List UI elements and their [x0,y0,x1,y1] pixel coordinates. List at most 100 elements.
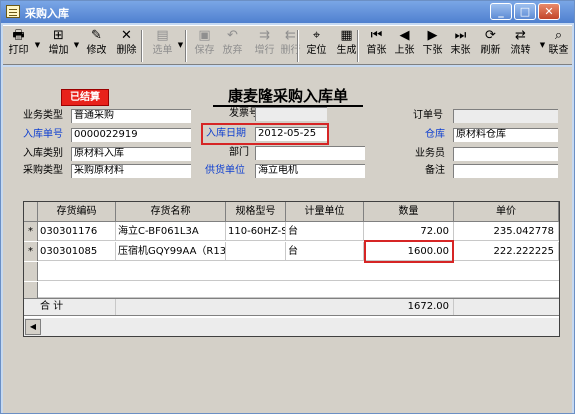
toolbar-button-label: 修改 [86,45,107,56]
receipt-date-highlight [201,123,329,145]
toolbar-button-discard[interactable]: ↶ 放弃 [219,28,246,64]
toolbar-button-add-row[interactable]: ⇉ 增行 [251,28,278,64]
table-row[interactable]: * 030301085 压宿机GQY99AA（R134 台 1600.00 22… [24,242,559,261]
purchase-type-field[interactable]: 采购原材料 [71,164,191,178]
toolbar-button-edit[interactable]: ✎ 修改 [83,28,110,64]
add-row-icon: ⇉ [259,28,270,43]
toolbar-button-label: 选单 [152,45,173,56]
toolbar-button-label: 增加 [48,45,69,56]
window-title: 采购入库 [25,7,69,20]
toolbar-button-label: 末张 [450,45,471,56]
last-icon: ⏭ [454,28,467,43]
toolbar-button-flow[interactable]: ⇄ 流转 [507,28,534,64]
toolbar-button-label: 删行 [280,45,301,56]
toolbar-button-save[interactable]: ▣ 保存 [191,28,218,64]
select-doc-icon: ▤ [156,28,169,43]
row-marker: * [24,222,38,241]
toolbar-button-delete[interactable]: ✕ 删除 [113,28,140,64]
toolbar-button-query[interactable]: ⌕ 联查 [545,28,572,64]
maximize-button[interactable]: □ [514,3,536,20]
spec-cell[interactable] [226,242,286,261]
quantity-cell[interactable]: 72.00 [364,222,454,241]
next-icon: ▶ [427,28,438,43]
order-no-field[interactable] [453,109,558,123]
unit-price-cell[interactable]: 222.222225 [454,242,559,261]
spec-cell[interactable]: 110-60HZ-S [226,222,286,241]
toolbar-button-label: 上张 [394,45,415,56]
item-code-cell[interactable]: 030301176 [38,222,116,241]
row-marker [24,282,38,298]
toolbar-button-next[interactable]: ▶ 下张 [419,28,446,64]
item-name-cell[interactable]: 压宿机GQY99AA（R134 [116,242,226,261]
receipt-category-label: 入库类别 [23,148,63,159]
detail-grid: 存货编码 存货名称 规格型号 计量单位 数量 单价 * 030301176 海立… [23,201,560,337]
toolbar-button-label: 刷新 [480,45,501,56]
column-header[interactable]: 单价 [454,202,559,222]
unit-price-cell[interactable]: 235.042778 [454,222,559,241]
toolbar-button-last[interactable]: ⏭ 末张 [447,28,474,64]
toolbar-button-add[interactable]: ⊞ 增加 [45,28,72,64]
refresh-icon: ⟳ [485,28,496,43]
purchase-type-label: 采购类型 [23,165,63,176]
column-header[interactable]: 计量单位 [286,202,364,222]
toolbar-button-printer[interactable]: 🖶 打印 [5,28,32,64]
document-title: 康麦隆采购入库单 [213,87,363,107]
dropdown-arrow-icon[interactable]: ▼ [177,40,184,50]
table-row[interactable]: * 030301176 海立C-BF061L3A 110-60HZ-S 台 72… [24,222,559,241]
quantity-highlight [364,240,454,263]
column-header[interactable]: 数量 [364,202,454,222]
business-type-field[interactable]: 普通采购 [71,109,191,123]
toolbar-button-locate[interactable]: ⌖ 定位 [303,28,330,64]
toolbar-button-first[interactable]: ⏮ 首张 [363,28,390,64]
toolbar-button-label: 保存 [194,45,215,56]
department-label: 部门 [229,147,249,158]
dropdown-arrow-icon[interactable]: ▼ [539,40,546,50]
warehouse-field[interactable]: 原材料仓库 [453,128,558,142]
remark-field[interactable] [453,164,558,178]
toolbar-button-delete-row[interactable]: ⇇ 删行 [277,28,304,64]
supplier-field[interactable]: 海立电机 [255,164,365,178]
empty-row[interactable] [24,262,559,281]
toolbar-button-prev[interactable]: ◀ 上张 [391,28,418,64]
unit-cell[interactable]: 台 [286,222,364,241]
total-quantity: 1672.00 [364,299,454,315]
item-code-cell[interactable]: 030301085 [38,242,116,261]
column-header[interactable]: 存货名称 [116,202,226,222]
prev-icon: ◀ [399,28,410,43]
toolbar-button-label: 定位 [306,45,327,56]
column-header[interactable]: 规格型号 [226,202,286,222]
save-icon: ▣ [198,28,211,43]
toolbar-button-generate[interactable]: ▦ 生成 [333,28,360,64]
salesman-field[interactable] [453,147,558,161]
receipt-no-field[interactable]: 0000022919 [71,128,191,142]
toolbar-separator [185,30,187,62]
toolbar-button-label: 放弃 [222,45,243,56]
toolbar: 🖶 打印 ⊞ 增加 ✎ 修改 ✕ 删除 ▤ 选单 ▣ 保存 ↶ 放弃 ⇉ 增行 ⇇ 删行 ⌖ 定位 ▦ 生成 ⏮ 首张 ◀ 上张 ▶… [3,25,572,65]
salesman-label: 业务员 [415,148,445,159]
delete-row-icon: ⇇ [285,28,296,43]
business-type-label: 业务类型 [23,110,63,121]
toolbar-button-label: 生成 [336,45,357,56]
item-name-cell[interactable]: 海立C-BF061L3A [116,222,226,241]
toolbar-button-label: 打印 [8,45,29,56]
horizontal-scrollbar[interactable]: ◀ [24,318,559,336]
first-icon: ⏮ [370,28,383,43]
invoice-no-field[interactable] [255,107,327,121]
toolbar-button-refresh[interactable]: ⟳ 刷新 [477,28,504,64]
edit-icon: ✎ [91,28,102,43]
department-field[interactable] [255,146,365,160]
dropdown-arrow-icon[interactable]: ▼ [73,40,80,50]
dropdown-arrow-icon[interactable]: ▼ [34,40,41,50]
scroll-left-icon[interactable]: ◀ [25,319,41,335]
title-bar[interactable]: 采购入库 _ □ ✕ [1,1,574,23]
purchase-receipt-window: 采购入库 _ □ ✕ 🖶 打印 ⊞ 增加 ✎ 修改 ✕ 删除 ▤ 选单 ▣ 保存 ↶ 放弃 ⇉ 增行 ⇇ 删行 ⌖ 定… [0,0,575,414]
column-header[interactable]: 存货编码 [38,202,116,222]
toolbar-button-select-doc[interactable]: ▤ 选单 [149,28,176,64]
unit-cell[interactable]: 台 [286,242,364,261]
row-marker-header [24,202,38,222]
empty-row[interactable] [24,282,559,298]
minimize-button[interactable]: _ [490,3,512,20]
receipt-category-field[interactable]: 原材料入库 [71,147,191,161]
toolbar-button-label: 增行 [254,45,275,56]
close-button[interactable]: ✕ [538,3,560,20]
